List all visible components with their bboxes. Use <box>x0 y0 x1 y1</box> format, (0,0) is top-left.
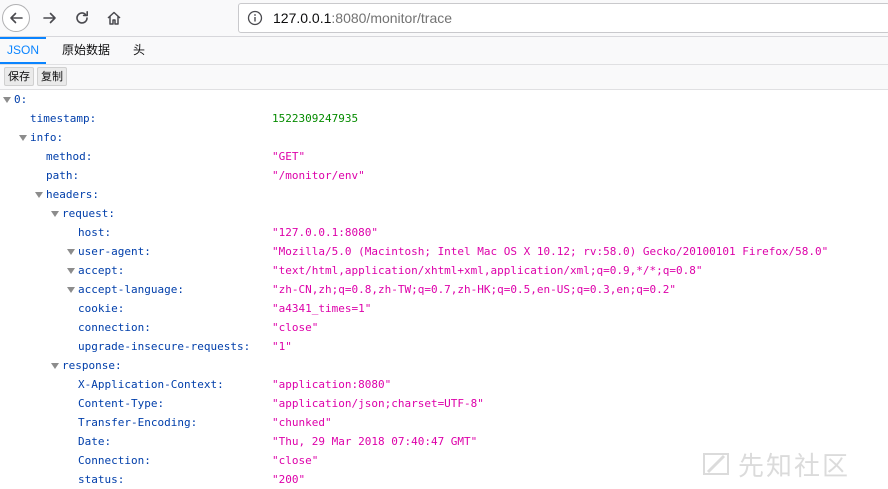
tree-row[interactable]: accept: "text/html,application/xhtml+xml,… <box>0 261 888 280</box>
json-value: "GET" <box>272 150 306 163</box>
watermark: 先知社区 <box>700 444 880 484</box>
viewer-tabs: JSON 原始数据 头 <box>0 37 888 65</box>
json-key: Date: <box>78 435 112 448</box>
tree-row: connection: "close" <box>0 318 888 337</box>
tree-row: upgrade-insecure-requests: "1" <box>0 337 888 356</box>
reload-icon <box>76 11 88 24</box>
tree-row[interactable]: info: <box>0 128 888 147</box>
expand-toggle-icon[interactable] <box>19 135 27 141</box>
json-key: method: <box>46 150 93 163</box>
expand-toggle-icon[interactable] <box>3 97 11 103</box>
arrow-right-icon <box>43 12 56 24</box>
expand-toggle-icon[interactable] <box>51 211 59 217</box>
url-host: 127.0.0.1 <box>273 10 332 26</box>
json-key: timestamp: <box>30 112 97 125</box>
json-value: "1" <box>272 340 292 353</box>
tab-raw-data[interactable]: 原始数据 <box>62 37 110 63</box>
arrow-left-icon <box>10 12 23 24</box>
tree-row: Transfer-Encoding: "chunked" <box>0 413 888 432</box>
json-value: "application/json;charset=UTF-8" <box>272 397 484 410</box>
json-key: host: <box>78 226 112 239</box>
expand-toggle-icon[interactable] <box>51 363 59 369</box>
tree-row: Content-Type: "application/json;charset=U… <box>0 394 888 413</box>
json-value: "zh-CN,zh;q=0.8,zh-TW;q=0.7,zh-HK;q=0.5,… <box>272 283 676 296</box>
watermark-text: 先知社区 <box>738 451 851 482</box>
tree-row: method: "GET" <box>0 147 888 166</box>
back-button[interactable] <box>2 4 30 32</box>
url-text: 127.0.0.1:8080/monitor/trace <box>273 10 452 26</box>
tree-row[interactable]: headers: <box>0 185 888 204</box>
json-key: path: <box>46 169 80 182</box>
copy-button[interactable]: 复制 <box>37 67 67 86</box>
json-value: "close" <box>272 321 319 334</box>
save-button[interactable]: 保存 <box>4 67 34 86</box>
expand-toggle-icon[interactable] <box>35 192 43 198</box>
viewer-toolbar: 保存 复制 <box>0 65 888 90</box>
json-key: upgrade-insecure-requests: <box>78 340 251 353</box>
forward-button[interactable] <box>36 4 64 32</box>
json-value: "Thu, 29 Mar 2018 07:40:47 GMT" <box>272 435 478 448</box>
json-value: "application:8080" <box>272 378 392 391</box>
json-value: "200" <box>272 473 306 486</box>
json-value: "close" <box>272 454 319 467</box>
json-key: Content-Type: <box>78 397 165 410</box>
expand-toggle-icon[interactable] <box>67 287 75 293</box>
reload-button[interactable] <box>68 4 96 32</box>
json-key: request: <box>62 207 115 220</box>
home-icon <box>107 11 121 25</box>
json-value: "/monitor/env" <box>272 169 365 182</box>
address-bar[interactable]: 127.0.0.1:8080/monitor/trace <box>238 3 888 33</box>
browser-toolbar: 127.0.0.1:8080/monitor/trace <box>0 0 888 37</box>
tab-json[interactable]: JSON <box>0 37 46 64</box>
home-button[interactable] <box>100 4 128 32</box>
json-key: accept: <box>78 264 125 277</box>
json-value: 1522309247935 <box>272 112 359 125</box>
tree-row: host: "127.0.0.1:8080" <box>0 223 888 242</box>
url-path: :8080/monitor/trace <box>331 10 453 26</box>
tab-headers[interactable]: 头 <box>133 37 145 63</box>
json-value: "Mozilla/5.0 (Macintosh; Intel Mac OS X … <box>272 245 829 258</box>
json-value: "127.0.0.1:8080" <box>272 226 378 239</box>
tree-row: path: "/monitor/env" <box>0 166 888 185</box>
json-key: 0: <box>14 93 28 106</box>
json-key: Connection: <box>78 454 151 467</box>
info-icon[interactable] <box>247 10 263 30</box>
expand-toggle-icon[interactable] <box>67 249 75 255</box>
tree-row: cookie: "a4341_times=1" <box>0 299 888 318</box>
json-value: "chunked" <box>272 416 332 429</box>
json-key: user-agent: <box>78 245 151 258</box>
tree-row[interactable]: 0: <box>0 90 888 109</box>
tree-row[interactable]: response: <box>0 356 888 375</box>
json-value: "text/html,application/xhtml+xml,applica… <box>272 264 703 277</box>
json-key: cookie: <box>78 302 125 315</box>
tree-row[interactable]: user-agent: "Mozilla/5.0 (Macintosh; Inte… <box>0 242 888 261</box>
expand-toggle-icon[interactable] <box>67 268 75 274</box>
json-key: status: <box>78 473 125 486</box>
tree-row[interactable]: request: <box>0 204 888 223</box>
json-key: Transfer-Encoding: <box>78 416 198 429</box>
tree-row: timestamp: 1522309247935 <box>0 109 888 128</box>
json-key: X-Application-Context: <box>78 378 224 391</box>
watermark-logo-icon <box>703 453 729 475</box>
json-key: response: <box>62 359 122 372</box>
json-key: info: <box>30 131 64 144</box>
json-key: accept-language: <box>78 283 184 296</box>
tree-row: X-Application-Context: "application:8080" <box>0 375 888 394</box>
json-value: "a4341_times=1" <box>272 302 372 315</box>
tree-row[interactable]: accept-language: "zh-CN,zh;q=0.8,zh-TW;q=… <box>0 280 888 299</box>
json-key: connection: <box>78 321 151 334</box>
json-key: headers: <box>46 188 99 201</box>
